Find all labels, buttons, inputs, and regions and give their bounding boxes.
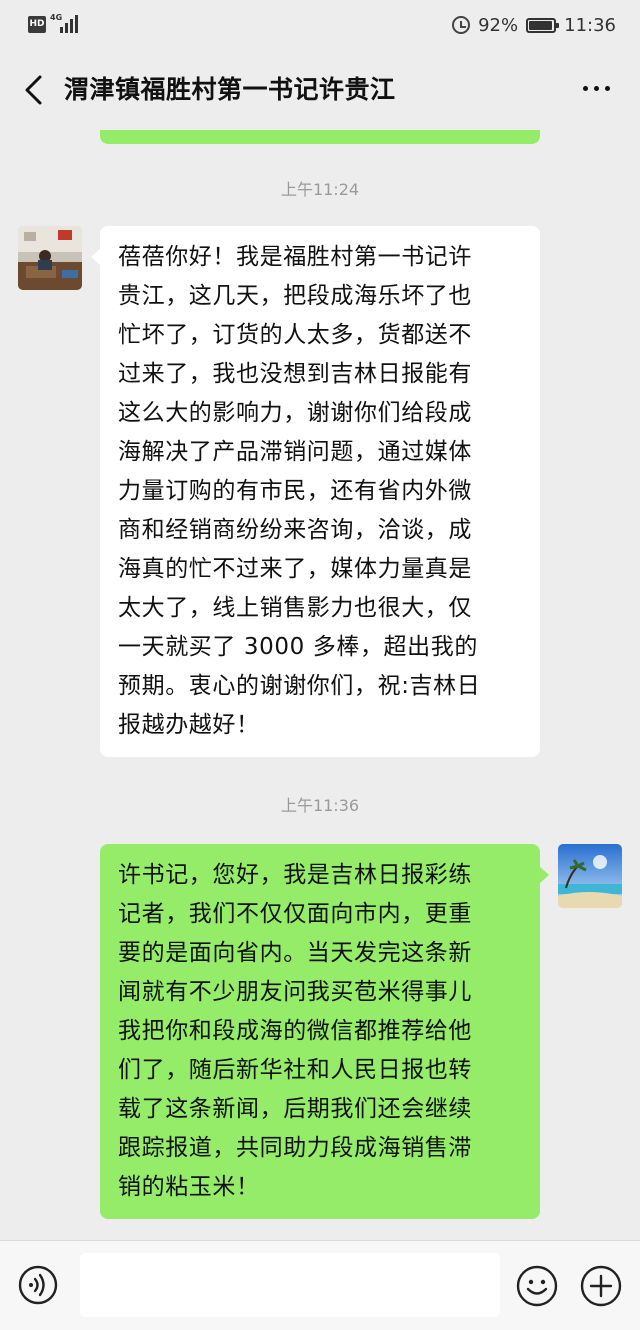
- avatar-image: [558, 844, 622, 908]
- input-bar: [0, 1240, 640, 1330]
- sent-message-bubble[interactable]: 许书记，您好，我是吉林日报彩练 记者，我们不仅仅面向市内，更重 要的是面向省内。…: [100, 844, 549, 1219]
- message-list[interactable]: 上午11:24 蓓蓓你好！我是福胜村第一书记许 贵江，这几天，把段成海乐坏了也 …: [0, 130, 640, 1240]
- clock: 11:36: [564, 14, 616, 36]
- avatar-image: [18, 226, 82, 290]
- plus-icon: [580, 1265, 622, 1307]
- more-dots-icon: [583, 86, 588, 91]
- alarm-icon: [452, 16, 471, 34]
- signal-icon: [60, 15, 82, 33]
- hd-badge: HD: [28, 16, 46, 33]
- contact-avatar[interactable]: [18, 226, 82, 290]
- message-input[interactable]: [80, 1253, 500, 1317]
- previous-message-bubble[interactable]: [100, 130, 540, 144]
- timestamp: 上午11:36: [280, 796, 360, 815]
- my-avatar[interactable]: [558, 844, 622, 908]
- voice-icon: [18, 1265, 58, 1305]
- more-actions-button[interactable]: [580, 1265, 622, 1307]
- emoji-button[interactable]: [516, 1265, 558, 1307]
- chevron-left-icon: [25, 75, 42, 105]
- back-button[interactable]: [20, 74, 50, 106]
- battery-icon: [526, 17, 560, 33]
- received-message-bubble[interactable]: 蓓蓓你好！我是福胜村第一书记许 贵江，这几天，把段成海乐坏了也 忙坏了，订货的人…: [91, 226, 540, 757]
- emoji-icon: [516, 1265, 558, 1307]
- voice-button[interactable]: [18, 1265, 58, 1305]
- chat-header: 渭津镇福胜村第一书记许贵江: [0, 50, 640, 130]
- chat-title: 渭津镇福胜村第一书记许贵江: [64, 75, 396, 104]
- status-bar: HD 4G 92% 11:36: [0, 0, 640, 50]
- battery-percent: 92%: [478, 14, 519, 36]
- timestamp: 上午11:24: [280, 180, 360, 199]
- more-button[interactable]: [583, 86, 610, 91]
